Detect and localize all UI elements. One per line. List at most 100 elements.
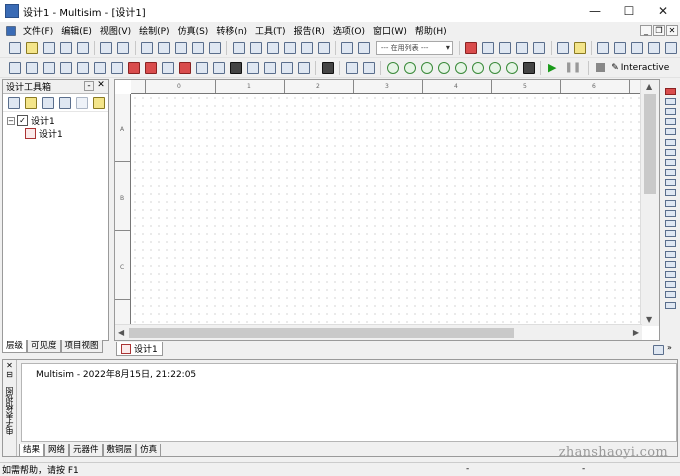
agilent-multimeter-icon[interactable] bbox=[664, 240, 676, 248]
power-component-icon[interactable] bbox=[178, 61, 191, 74]
agilent-generator-icon[interactable] bbox=[664, 230, 676, 238]
new-design-icon[interactable] bbox=[7, 96, 20, 109]
find-icon[interactable] bbox=[556, 42, 569, 54]
zoom-in-icon[interactable] bbox=[597, 42, 610, 54]
menu-transfer[interactable]: 转移(n) bbox=[212, 24, 251, 37]
settings-gear-icon[interactable] bbox=[522, 61, 535, 74]
tab-visibility[interactable]: 可见度 bbox=[27, 340, 61, 353]
probe-differential-icon[interactable] bbox=[437, 61, 450, 74]
agilent-oscilloscope-icon[interactable] bbox=[664, 250, 676, 258]
interactive-icon[interactable]: ✎ bbox=[611, 63, 619, 73]
network-analyzer-icon[interactable] bbox=[664, 220, 676, 228]
distortion-analyzer-icon[interactable] bbox=[664, 199, 676, 207]
menu-view[interactable]: 视图(V) bbox=[96, 24, 135, 37]
probe-settings-icon[interactable] bbox=[488, 61, 501, 74]
collapse-icon[interactable]: − bbox=[7, 116, 15, 125]
vertical-scrollbar[interactable]: ▲ ▼ bbox=[640, 80, 659, 326]
menu-options[interactable]: 选项(O) bbox=[329, 24, 369, 37]
probe-digital-icon[interactable] bbox=[471, 61, 484, 74]
electromechanical-icon[interactable] bbox=[246, 61, 259, 74]
probe-current-icon[interactable] bbox=[403, 61, 416, 74]
multimeter-icon[interactable] bbox=[664, 87, 676, 95]
tab-project-view[interactable]: 项目视图 bbox=[60, 340, 103, 353]
interactive-mode-label[interactable]: Interactive bbox=[621, 63, 669, 73]
delete-icon[interactable] bbox=[75, 96, 88, 109]
zoom-area-icon[interactable] bbox=[631, 42, 644, 54]
zoom-out-icon[interactable] bbox=[614, 42, 627, 54]
component-wizard-icon[interactable] bbox=[317, 42, 330, 54]
connector-icon[interactable] bbox=[280, 61, 293, 74]
undo-icon[interactable] bbox=[191, 42, 204, 54]
function-generator-icon[interactable] bbox=[664, 97, 676, 105]
tab-hierarchy[interactable]: 层级 bbox=[2, 340, 28, 353]
menu-file[interactable]: 文件(F) bbox=[19, 24, 57, 37]
open-folder-icon[interactable] bbox=[25, 42, 38, 54]
export-icon[interactable] bbox=[533, 42, 546, 54]
spectrum-analyzer-icon[interactable] bbox=[664, 209, 676, 217]
scroll-right-icon[interactable]: ▶ bbox=[633, 328, 639, 337]
back-annotate-icon[interactable] bbox=[482, 42, 495, 54]
ttl-icon[interactable] bbox=[93, 61, 106, 74]
redo-icon[interactable] bbox=[208, 42, 221, 54]
tree-root[interactable]: − ✓ 设计1 bbox=[7, 114, 108, 127]
mdi-minimize-button[interactable]: _ bbox=[640, 25, 652, 36]
menu-help[interactable]: 帮助(H) bbox=[411, 24, 451, 37]
cmos-icon[interactable] bbox=[110, 61, 123, 74]
bus-icon[interactable] bbox=[345, 61, 358, 74]
save-as-icon[interactable] bbox=[76, 42, 89, 54]
probe-extra-icon[interactable] bbox=[505, 61, 518, 74]
grapher-icon[interactable] bbox=[266, 42, 279, 54]
menu-tools[interactable]: 工具(T) bbox=[251, 24, 290, 37]
tab-simulation[interactable]: 仿真 bbox=[136, 444, 162, 457]
document-icon[interactable] bbox=[6, 25, 16, 36]
subcircuit-icon[interactable] bbox=[358, 42, 371, 54]
transfer-icon[interactable] bbox=[516, 42, 529, 54]
basic-icon[interactable] bbox=[25, 61, 38, 74]
measurement-probe-icon[interactable] bbox=[664, 301, 676, 309]
paste-icon[interactable] bbox=[174, 42, 187, 54]
mdi-restore-button[interactable]: ❐ bbox=[653, 25, 665, 36]
close-icon[interactable]: ✕ bbox=[96, 80, 106, 92]
minimize-button[interactable]: — bbox=[578, 0, 612, 22]
menu-simulate[interactable]: 仿真(S) bbox=[174, 24, 213, 37]
tree-child[interactable]: 设计1 bbox=[7, 127, 108, 140]
hierarchy-icon[interactable] bbox=[341, 42, 354, 54]
mcu-icon[interactable] bbox=[297, 61, 310, 74]
horizontal-scrollbar[interactable]: ◀ ▶ bbox=[115, 324, 642, 340]
misc-digital-icon[interactable] bbox=[127, 61, 140, 74]
four-channel-oscilloscope-icon[interactable] bbox=[664, 128, 676, 136]
wire-icon[interactable] bbox=[362, 61, 375, 74]
tab-design1[interactable]: 设计1 bbox=[116, 342, 163, 356]
save-design-icon[interactable] bbox=[41, 96, 54, 109]
rf-icon[interactable] bbox=[229, 61, 242, 74]
run-icon[interactable]: ▶ bbox=[548, 61, 556, 74]
probe-power-icon[interactable] bbox=[420, 61, 433, 74]
pin-icon[interactable]: ⊟ bbox=[6, 370, 13, 379]
ni-elvis-icon[interactable] bbox=[664, 281, 676, 289]
erc-icon[interactable] bbox=[465, 42, 478, 54]
schematic-grid[interactable] bbox=[131, 94, 641, 326]
vertical-scroll-thumb[interactable] bbox=[644, 94, 656, 194]
scroll-left-icon[interactable]: ◀ bbox=[118, 328, 124, 337]
stop-icon[interactable] bbox=[596, 63, 606, 72]
menu-place[interactable]: 绘制(P) bbox=[135, 24, 173, 37]
toggle-toolbox-icon[interactable] bbox=[232, 42, 245, 54]
print-preview-icon[interactable] bbox=[117, 42, 130, 54]
zoom-fit-icon[interactable] bbox=[648, 42, 661, 54]
properties-icon[interactable] bbox=[92, 96, 105, 109]
new-file-icon[interactable] bbox=[8, 42, 21, 54]
in-use-list-dropdown[interactable]: --- 在用列表 --- bbox=[375, 41, 453, 55]
misc-icon[interactable] bbox=[195, 61, 208, 74]
menu-reports[interactable]: 报告(R) bbox=[290, 24, 329, 37]
word-generator-icon[interactable] bbox=[664, 158, 676, 166]
logic-converter-icon[interactable] bbox=[664, 169, 676, 177]
close-button[interactable]: ✕ bbox=[646, 0, 680, 22]
tab-components[interactable]: 元器件 bbox=[69, 444, 103, 457]
forward-annotate-icon[interactable] bbox=[499, 42, 512, 54]
bode-plotter-icon[interactable] bbox=[664, 138, 676, 146]
maximize-button[interactable]: ☐ bbox=[612, 0, 646, 22]
source-icon[interactable] bbox=[8, 61, 21, 74]
close-icon[interactable]: ✕ bbox=[6, 361, 13, 370]
diode-icon[interactable] bbox=[42, 61, 55, 74]
tektronix-oscilloscope-icon[interactable] bbox=[664, 260, 676, 268]
